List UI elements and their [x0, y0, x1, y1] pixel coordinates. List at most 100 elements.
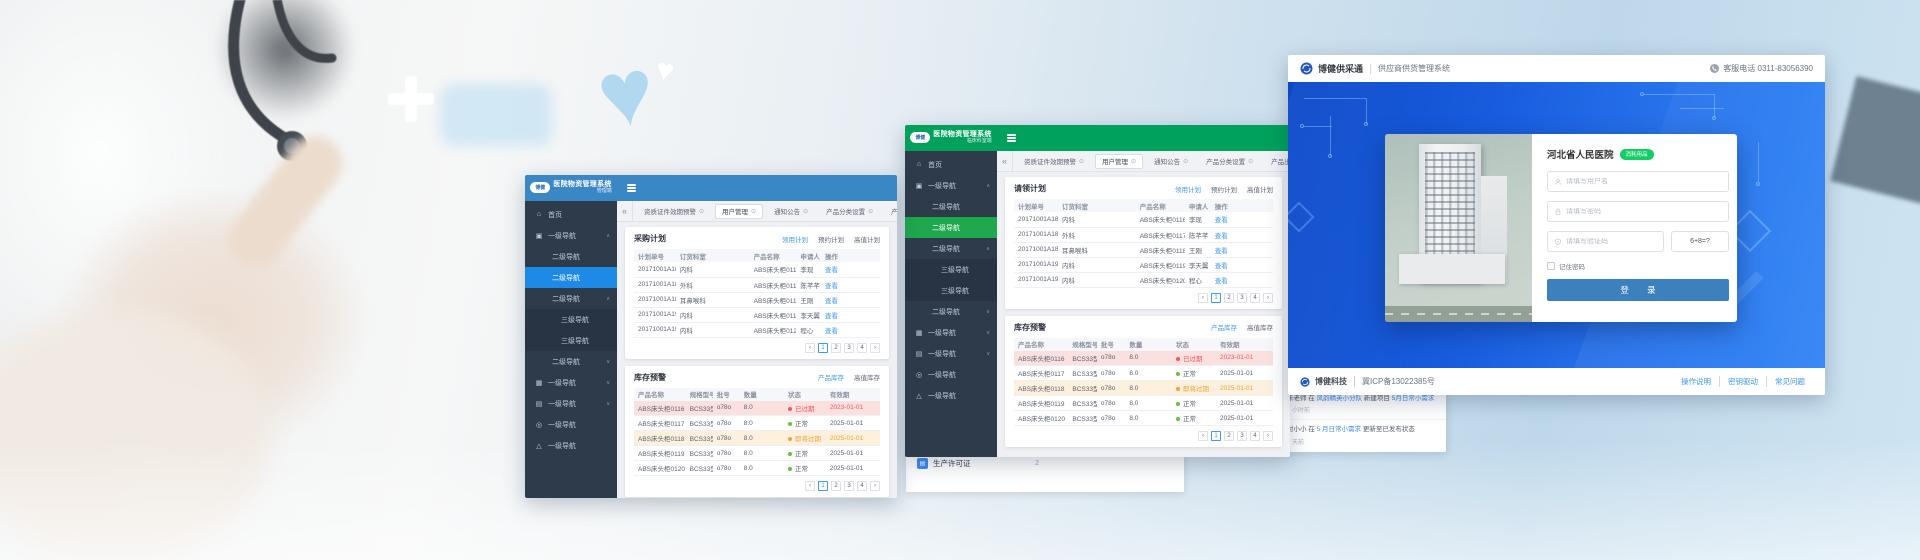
password-field[interactable]: [1547, 201, 1729, 222]
tab[interactable]: 通知公告 ⊙: [767, 204, 815, 219]
page-button[interactable]: ‹: [1198, 431, 1208, 441]
menu-icon[interactable]: [1007, 134, 1016, 141]
view-link[interactable]: 查看: [1215, 233, 1228, 240]
sidebar-item[interactable]: 二级导航 ∨: [905, 301, 997, 322]
stock-link[interactable]: 产品库存: [818, 372, 844, 382]
page-button[interactable]: 3: [844, 343, 854, 353]
captcha-field[interactable]: [1547, 231, 1664, 252]
feed-link[interactable]: 5月日常小需求: [1392, 395, 1435, 402]
close-icon[interactable]: ⊙: [699, 208, 704, 215]
close-icon[interactable]: ⊙: [868, 208, 873, 215]
password-input[interactable]: [1566, 208, 1722, 215]
view-link[interactable]: 查看: [825, 267, 838, 274]
page-button[interactable]: ›: [870, 481, 880, 491]
sidebar-item[interactable]: 二级导航 ∨: [525, 351, 617, 372]
plan-link[interactable]: 领用计划: [782, 234, 808, 244]
close-icon[interactable]: ⊙: [1248, 158, 1253, 165]
tab[interactable]: 用户管理 ⊙: [1095, 154, 1143, 169]
page-button[interactable]: 2: [1224, 431, 1234, 441]
view-link[interactable]: 查看: [825, 328, 838, 335]
stock-link[interactable]: 高值库存: [1247, 322, 1273, 332]
sidebar-item[interactable]: △ 一级导航: [905, 385, 997, 406]
page-button[interactable]: 4: [1250, 293, 1260, 303]
sidebar-item[interactable]: ▦ 一级导航 ∨: [905, 322, 997, 343]
sidebar-item[interactable]: ⌂ 首页: [905, 154, 997, 175]
username-input[interactable]: [1566, 178, 1722, 185]
close-icon[interactable]: ⊙: [803, 208, 808, 215]
tab[interactable]: 通知公告 ⊙: [1147, 154, 1195, 169]
feed-link[interactable]: 风韵精英小分队: [1317, 395, 1363, 402]
page-button[interactable]: 1: [818, 343, 828, 353]
close-icon[interactable]: ⊙: [751, 208, 756, 215]
tab[interactable]: 资质证件效期预警 ⊙: [1017, 154, 1091, 169]
tab[interactable]: 产品出库 ⊙: [1264, 154, 1290, 169]
menu-icon[interactable]: [627, 184, 636, 191]
captcha-input[interactable]: [1566, 238, 1657, 245]
footer-link[interactable]: 操作说明: [1673, 376, 1719, 387]
sidebar-item[interactable]: ▣ 一级导航 ∧: [525, 225, 617, 246]
collapse-tabs-button[interactable]: «: [997, 151, 1013, 171]
sidebar-item[interactable]: 二级导航 ∧: [905, 238, 997, 259]
license-row[interactable]: ▤ 生产许可证 2: [917, 458, 1039, 469]
tab[interactable]: 产品出库 ⊙: [884, 204, 897, 219]
page-button[interactable]: 1: [1211, 431, 1221, 441]
sidebar-item[interactable]: ▣ 一级导航 ∧: [905, 175, 997, 196]
page-button[interactable]: 2: [831, 343, 841, 353]
page-button[interactable]: 3: [1237, 431, 1247, 441]
tab[interactable]: 用户管理 ⊙: [715, 204, 763, 219]
tab[interactable]: 产品分类设置 ⊙: [1199, 154, 1260, 169]
close-icon[interactable]: ⊙: [1131, 158, 1136, 165]
sidebar-item[interactable]: ▤ 一级导航 ∨: [905, 343, 997, 364]
sidebar-item[interactable]: ▤ 一级导航 ∨: [525, 393, 617, 414]
page-button[interactable]: 3: [1237, 293, 1247, 303]
sidebar-item[interactable]: 二级导航: [905, 196, 997, 217]
sidebar-item[interactable]: ◎ 一级导航: [905, 364, 997, 385]
sidebar-item[interactable]: 三级导航: [525, 309, 617, 330]
sidebar-item[interactable]: 三级导航: [525, 330, 617, 351]
sidebar-item[interactable]: 三级导航: [905, 259, 997, 280]
remember-password[interactable]: 记住密码: [1547, 261, 1729, 271]
close-icon[interactable]: ⊙: [1079, 158, 1084, 165]
page-button[interactable]: ›: [870, 343, 880, 353]
login-button[interactable]: 登 录: [1547, 279, 1729, 301]
view-link[interactable]: 查看: [825, 313, 838, 320]
view-link[interactable]: 查看: [1215, 263, 1228, 270]
footer-link[interactable]: 密钥驱动: [1719, 376, 1766, 387]
feed-link[interactable]: 5 月日常小需求: [1317, 426, 1361, 433]
sidebar-item[interactable]: 二级导航: [905, 217, 997, 238]
plan-link[interactable]: 预约计划: [818, 234, 844, 244]
page-button[interactable]: 1: [1211, 293, 1221, 303]
view-link[interactable]: 查看: [1215, 278, 1228, 285]
view-link[interactable]: 查看: [825, 283, 838, 290]
page-button[interactable]: 1: [818, 481, 828, 491]
sidebar-item[interactable]: ▦ 一级导航 ∨: [525, 372, 617, 393]
page-button[interactable]: ‹: [805, 481, 815, 491]
sidebar-item[interactable]: ◎ 一级导航: [525, 414, 617, 435]
tab[interactable]: 资质证件效期预警 ⊙: [637, 204, 711, 219]
plan-link[interactable]: 高值计划: [1247, 184, 1273, 194]
view-link[interactable]: 查看: [825, 298, 838, 305]
tab[interactable]: 产品分类设置 ⊙: [819, 204, 880, 219]
checkbox-icon[interactable]: [1547, 262, 1555, 270]
sidebar-item[interactable]: △ 一级导航: [525, 435, 617, 456]
page-button[interactable]: 4: [1250, 431, 1260, 441]
plan-link[interactable]: 预约计划: [1211, 184, 1237, 194]
sidebar-item[interactable]: ⌂ 首页: [525, 204, 617, 225]
sidebar-item[interactable]: 三级导航: [905, 280, 997, 301]
page-button[interactable]: ›: [1263, 293, 1273, 303]
feed-item[interactable]: 付小小 在 5 月日常小需求 更新至已发布状态 3 天前: [1278, 420, 1446, 450]
stock-link[interactable]: 高值库存: [854, 372, 880, 382]
footer-link[interactable]: 常见问题: [1766, 376, 1813, 387]
sidebar-item[interactable]: 二级导航 ∧: [525, 288, 617, 309]
view-link[interactable]: 查看: [1215, 248, 1228, 255]
stock-link[interactable]: 产品库存: [1211, 322, 1237, 332]
plan-link[interactable]: 高值计划: [854, 234, 880, 244]
view-link[interactable]: 查看: [1215, 217, 1228, 224]
page-button[interactable]: 4: [857, 481, 867, 491]
captcha-question[interactable]: 6+8=?: [1671, 231, 1729, 252]
page-button[interactable]: 2: [1224, 293, 1234, 303]
page-button[interactable]: ‹: [805, 343, 815, 353]
page-button[interactable]: ›: [1263, 431, 1273, 441]
sidebar-item[interactable]: 二级导航: [525, 246, 617, 267]
page-button[interactable]: ‹: [1198, 293, 1208, 303]
